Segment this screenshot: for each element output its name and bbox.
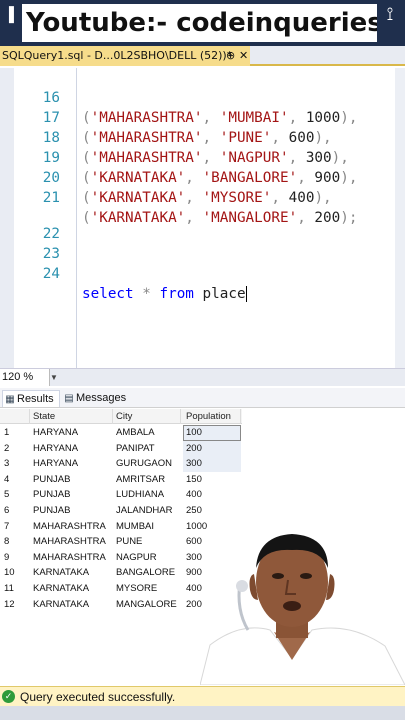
- cell-state[interactable]: KARNATAKA: [30, 597, 113, 613]
- code-line[interactable]: 18 ('MAHARASHTRA', 'NAGPUR', 300),: [0, 108, 405, 166]
- tab-sqlquery1[interactable]: SQLQuery1.sql - D...0L2SBHO\DELL (52))* …: [0, 46, 250, 66]
- window-icon: ▐: [4, 6, 14, 22]
- cell-state[interactable]: MAHARASHTRA: [30, 534, 113, 550]
- editor-zoom-bar: 120 % ▼: [0, 368, 405, 386]
- row-number: 2: [4, 442, 10, 454]
- cell-city[interactable]: MUMBAI: [113, 519, 181, 535]
- cell-state[interactable]: KARNATAKA: [30, 581, 113, 597]
- code-line-select[interactable]: 24 select * from place: [0, 244, 405, 302]
- row-number: 9: [4, 551, 10, 563]
- tab-messages[interactable]: ▤ Messages: [62, 390, 134, 407]
- cell-population[interactable]: 150: [183, 472, 241, 488]
- column-header-population[interactable]: Population: [183, 409, 241, 424]
- document-tab-strip: SQLQuery1.sql - D...0L2SBHO\DELL (52))* …: [0, 46, 405, 66]
- pin-tab-icon[interactable]: ⊕: [226, 46, 235, 66]
- column-header-city[interactable]: City: [113, 409, 181, 424]
- row-number-header: [0, 409, 30, 424]
- code-line[interactable]: 17 ('MAHARASHTRA', 'PUNE', 600),: [0, 88, 405, 146]
- table-row[interactable]: 6 PUNJAB JALANDHAR 250: [0, 503, 242, 519]
- cell-state[interactable]: HARYANA: [30, 425, 113, 441]
- window-bottom-strip: [0, 706, 405, 720]
- row-number: 3: [4, 458, 10, 470]
- cell-population[interactable]: 300: [183, 456, 241, 472]
- cell-city[interactable]: PANIPAT: [113, 441, 181, 457]
- row-number: 5: [4, 489, 10, 501]
- check-icon: ✓: [2, 690, 15, 703]
- code-line[interactable]: 20 ('KARNATAKA', 'MYSORE', 400),: [0, 148, 405, 206]
- table-row[interactable]: 5 PUNJAB LUDHIANA 400: [0, 487, 242, 503]
- presenter-image: [199, 534, 405, 686]
- row-number: 4: [4, 473, 10, 485]
- row-number: 7: [4, 520, 10, 532]
- cell-population[interactable]: 250: [183, 503, 241, 519]
- cell-population[interactable]: 400: [183, 487, 241, 503]
- cell-city[interactable]: BANGALORE: [113, 565, 181, 581]
- close-tab-icon[interactable]: ✕: [239, 46, 248, 66]
- cell-state[interactable]: KARNATAKA: [30, 565, 113, 581]
- cell-city[interactable]: MANGALORE: [113, 597, 181, 613]
- channel-title: Youtube:- codeinqueries: [22, 4, 377, 42]
- row-number: 10: [4, 567, 15, 579]
- tab-results[interactable]: ▦ Results: [2, 390, 60, 407]
- row-number: 1: [4, 427, 10, 438]
- cell-state[interactable]: PUNJAB: [30, 472, 113, 488]
- table-row[interactable]: 3 HARYANA GURUGAON 300: [0, 456, 242, 472]
- text-cursor: [245, 286, 247, 302]
- cell-city[interactable]: MYSORE: [113, 581, 181, 597]
- code-line[interactable]: 19 ('KARNATAKA', 'BANGALORE', 900),: [0, 128, 405, 186]
- status-bar: ✓ Query executed successfully.: [0, 686, 405, 706]
- zoom-select[interactable]: 120 %: [0, 369, 50, 386]
- cell-population[interactable]: 100: [183, 425, 241, 441]
- cell-city[interactable]: AMBALA: [113, 425, 181, 441]
- cell-city[interactable]: LUDHIANA: [113, 487, 181, 503]
- cell-city[interactable]: PUNE: [113, 534, 181, 550]
- grid-header: State City Population: [0, 409, 242, 424]
- cell-city[interactable]: GURUGAON: [113, 456, 181, 472]
- presenter-webcam-overlay: [199, 530, 405, 686]
- status-message: Query executed successfully.: [20, 690, 176, 704]
- tab-label: SQLQuery1.sql - D...0L2SBHO\DELL (52))*: [2, 49, 233, 62]
- table-row[interactable]: 4 PUNJAB AMRITSAR 150: [0, 472, 242, 488]
- row-number: 12: [4, 598, 15, 610]
- query-editor[interactable]: 16 ('MAHARASHTRA', 'MUMBAI', 1000), 17 (…: [0, 68, 405, 368]
- cell-population[interactable]: 200: [183, 440, 241, 457]
- row-number: 11: [4, 583, 14, 594]
- column-header-state[interactable]: State: [30, 409, 113, 424]
- row-number: 8: [4, 536, 10, 548]
- cell-city[interactable]: NAGPUR: [113, 550, 181, 566]
- cell-state[interactable]: PUNJAB: [30, 487, 113, 503]
- code-line[interactable]: 16 ('MAHARASHTRA', 'MUMBAI', 1000),: [0, 68, 405, 126]
- cell-state[interactable]: HARYANA: [30, 456, 113, 472]
- video-banner: ▐ Youtube:- codeinqueries ⟟: [0, 0, 405, 46]
- pin-window-icon[interactable]: ⟟: [379, 4, 401, 26]
- line-number: 24: [42, 266, 60, 282]
- cell-city[interactable]: JALANDHAR: [113, 503, 181, 519]
- row-number: 6: [4, 505, 10, 516]
- results-tab-strip: ▦ Results ▤ Messages: [0, 388, 405, 408]
- cell-state[interactable]: MAHARASHTRA: [30, 550, 113, 566]
- table-row[interactable]: 2 HARYANA PANIPAT 200: [0, 440, 242, 457]
- cell-state[interactable]: PUNJAB: [30, 503, 113, 519]
- table-row[interactable]: 1 HARYANA AMBALA 100: [0, 425, 242, 441]
- cell-state[interactable]: MAHARASHTRA: [30, 519, 113, 535]
- cell-state[interactable]: HARYANA: [30, 441, 113, 457]
- cell-city[interactable]: AMRITSAR: [113, 472, 181, 488]
- chevron-down-icon[interactable]: ▼: [50, 369, 60, 386]
- grid-icon: ▦: [5, 394, 15, 405]
- message-icon: ▤: [64, 393, 74, 404]
- code-line[interactable]: 23: [0, 224, 405, 262]
- code-line[interactable]: 22: [0, 204, 405, 242]
- code-line[interactable]: 21 ('KARNATAKA', 'MANGALORE', 200);: [0, 168, 405, 226]
